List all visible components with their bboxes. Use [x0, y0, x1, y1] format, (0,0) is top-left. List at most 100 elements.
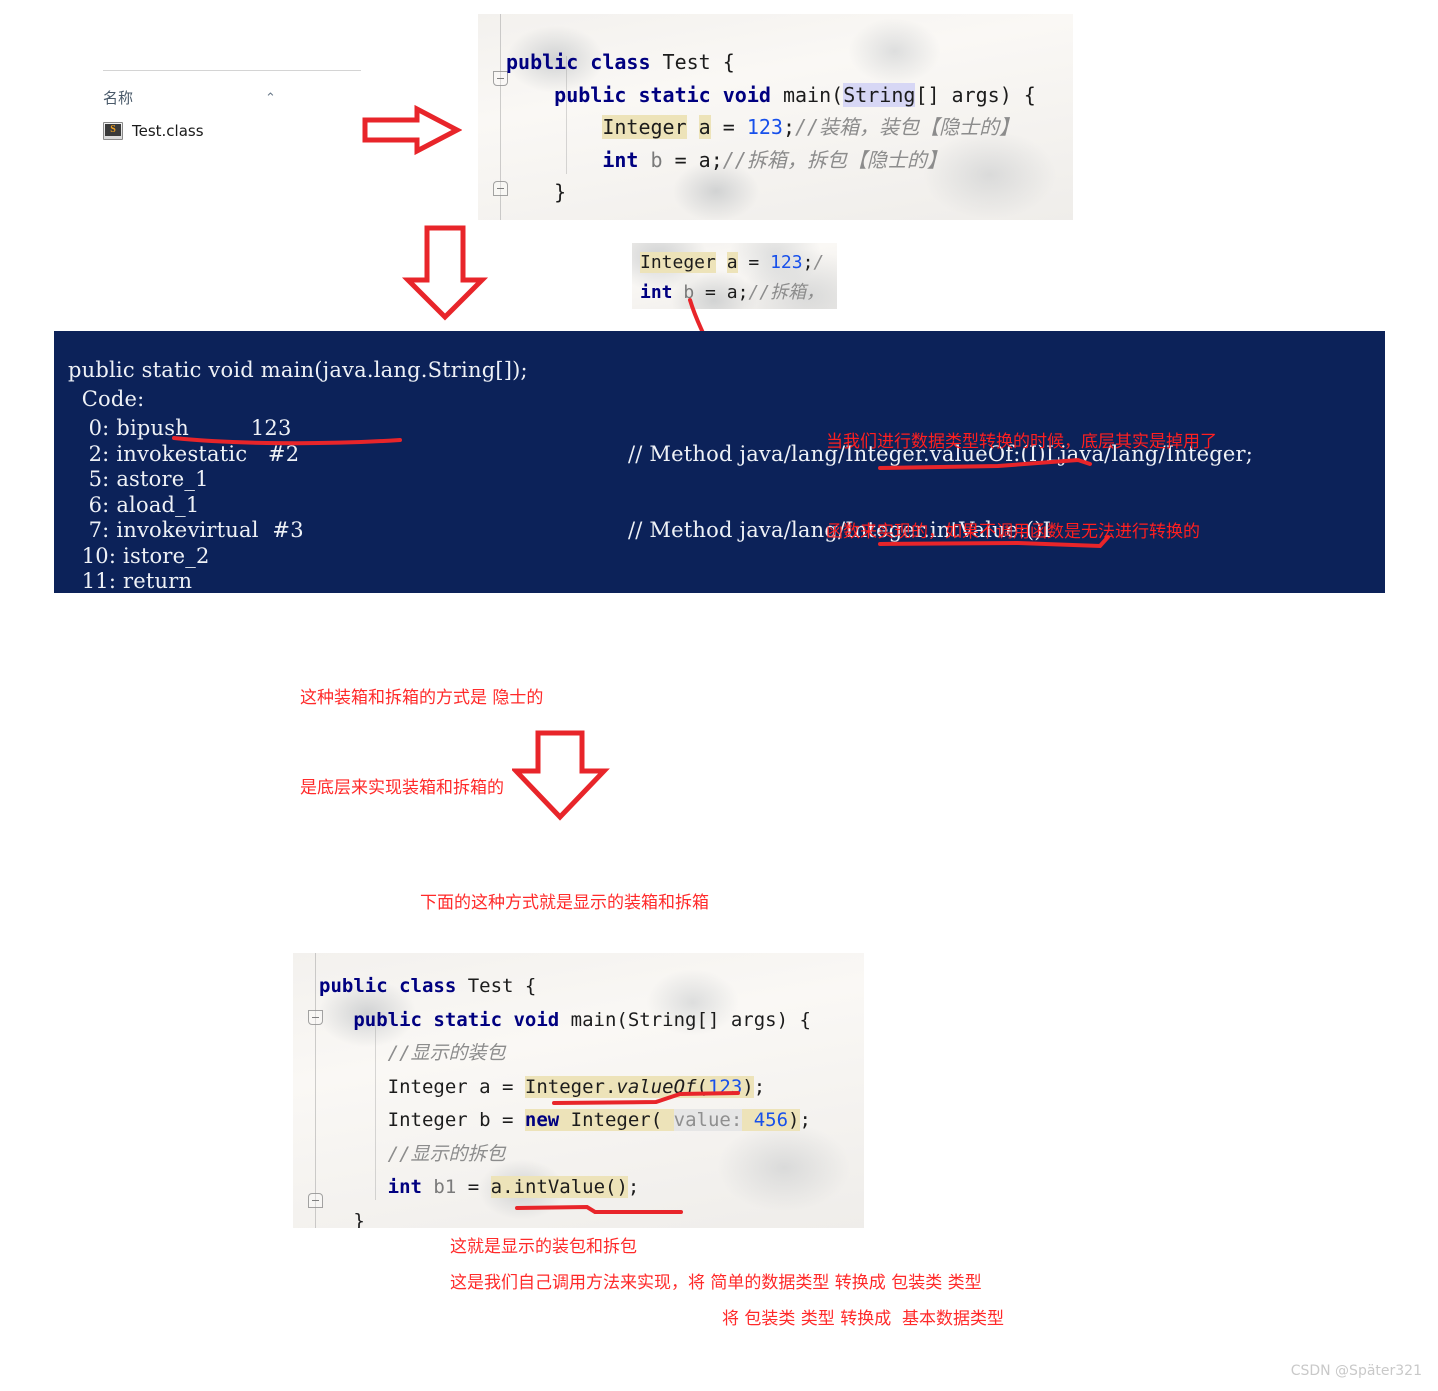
code-token: b1 [433, 1176, 457, 1198]
code-token: } [506, 180, 567, 204]
annotation-line: 下面的这种方式就是显示的装箱和拆箱 [420, 893, 709, 913]
arrow-down-icon [510, 727, 652, 830]
code-token: 123 [746, 115, 783, 139]
code-token: class [590, 50, 663, 74]
code-token: public [506, 50, 591, 74]
code-token: Test { [662, 50, 735, 74]
code-line: //显示的拆包 [319, 1138, 811, 1172]
code-line: public static void main(String[] args) { [506, 79, 1036, 112]
code-token: a [698, 147, 711, 172]
code-token: main( [782, 82, 844, 107]
bytecode-code-label: Code: [68, 387, 145, 411]
code-token: ) [742, 1075, 754, 1098]
annotation-bottom-1: 这就是显示的装包和拆包 [450, 1237, 637, 1257]
code-token: ; [627, 1176, 640, 1198]
underline-stroke [515, 1198, 685, 1223]
code-token: Integer a = [319, 1075, 525, 1098]
bytecode-instruction: 10: istore_2 [68, 543, 210, 568]
bytecode-instruction: 7: invokevirtual #3 [68, 518, 304, 542]
bytecode-instruction: 6: aload_1 [68, 492, 200, 517]
code-token: static [433, 1008, 514, 1031]
code-token: / [813, 252, 825, 273]
code-token: Integer b = [319, 1109, 525, 1131]
code-token: ) [788, 1109, 800, 1131]
code-token: int [387, 1176, 422, 1198]
code-token: a [726, 252, 738, 273]
code-line: Integer a = 123;/ [640, 248, 824, 278]
code-token: Integer [640, 252, 716, 273]
bytecode-instruction: 5: astore_1 [68, 467, 209, 491]
bytecode-method-signature: public static void main(java.lang.String… [68, 358, 528, 382]
bytecode-instruction: 11: return [68, 569, 193, 593]
code-token: = [456, 1176, 491, 1198]
code-token: String [843, 82, 916, 107]
code-token: public [506, 82, 639, 107]
code-token: ; [799, 1109, 811, 1131]
code-token: void [722, 82, 783, 107]
code-token [742, 1109, 754, 1131]
code-token: ; [782, 115, 796, 139]
code-token: b [650, 147, 663, 172]
code-token: = [662, 147, 699, 172]
code-token: [] args) { [915, 82, 1036, 107]
code-token: ; [753, 1075, 766, 1098]
annotation-line: 当我们进行数据类型转换的时候，底层其实是掉用了 [826, 432, 1217, 452]
explorer-divider [103, 70, 361, 71]
arrow-down-icon [396, 218, 494, 329]
annotation-line: 是底层来实现装箱和拆箱的 [300, 778, 504, 798]
arrow-right-icon [362, 104, 463, 161]
code-editor-top[interactable]: public class Test { public static void m… [478, 14, 1073, 220]
annotation-bottom-3: 将 包装类 类型 转换成 基本数据类型 [722, 1309, 1005, 1329]
code-token: ; [802, 252, 814, 273]
editor-gutter-line [315, 953, 316, 1228]
java-class-file-icon [103, 122, 123, 140]
code-token: a [698, 115, 711, 139]
code-token: int [640, 282, 673, 303]
annotation-bytecode-right: 当我们进行数据类型转换的时候，底层其实是掉用了 函数来实现的，如果不调用函数是无… [826, 367, 1217, 577]
code-line: //显示的装包 [319, 1037, 811, 1071]
code-line: } [506, 176, 1036, 209]
annotation-under-bytecode: 这种装箱和拆箱的方式是 隐士的 是底层来实现装箱和拆箱的 [300, 623, 543, 833]
code-token: = [737, 252, 771, 273]
annotation-line: 这种装箱和拆箱的方式是 隐士的 [300, 688, 544, 708]
code-line: public class Test { [319, 970, 811, 1004]
code-token: int [602, 147, 639, 172]
file-explorer-panel: 名称 ⌃ Test.class [103, 70, 361, 140]
code-token: 456 [753, 1109, 789, 1131]
code-token: main(String[] args) { [570, 1008, 811, 1031]
code-text: public class Test { public static void m… [506, 46, 1036, 209]
annotation-bottom-2: 这是我们自己调用方法来实现，将 简单的数据类型 转换成 包装类 类型 [450, 1273, 982, 1293]
underline-stroke [552, 1089, 742, 1114]
code-token: class [399, 975, 468, 997]
file-name-label: Test.class [132, 122, 204, 140]
code-token: 123 [770, 252, 803, 273]
code-token: = [710, 115, 747, 139]
code-token: public [319, 1008, 434, 1031]
code-line: public static void main(String[] args) { [319, 1004, 811, 1038]
code-token: void [513, 1008, 571, 1031]
annotation-line: 函数来实现的，如果不调用函数是无法进行转换的 [826, 522, 1200, 542]
code-token: static [638, 82, 723, 107]
explorer-column-header-name[interactable]: 名称 [103, 87, 361, 108]
code-token: a.intValue() [490, 1176, 628, 1198]
code-token: } [319, 1209, 365, 1229]
strikeout-stroke [172, 428, 404, 453]
sort-caret-icon[interactable]: ⌃ [265, 91, 276, 104]
code-token: //显示的装包 [319, 1042, 506, 1064]
code-token: ; [710, 147, 723, 172]
code-token: //显示的拆包 [319, 1142, 506, 1165]
code-token: public [319, 975, 400, 997]
code-token: //拆箱，拆包【隐士的】 [722, 147, 947, 172]
code-token: //装箱，装包【隐士的】 [795, 115, 1020, 139]
code-token: Test { [467, 975, 537, 997]
list-item[interactable]: Test.class [103, 122, 361, 140]
code-line: public class Test { [506, 46, 1036, 79]
